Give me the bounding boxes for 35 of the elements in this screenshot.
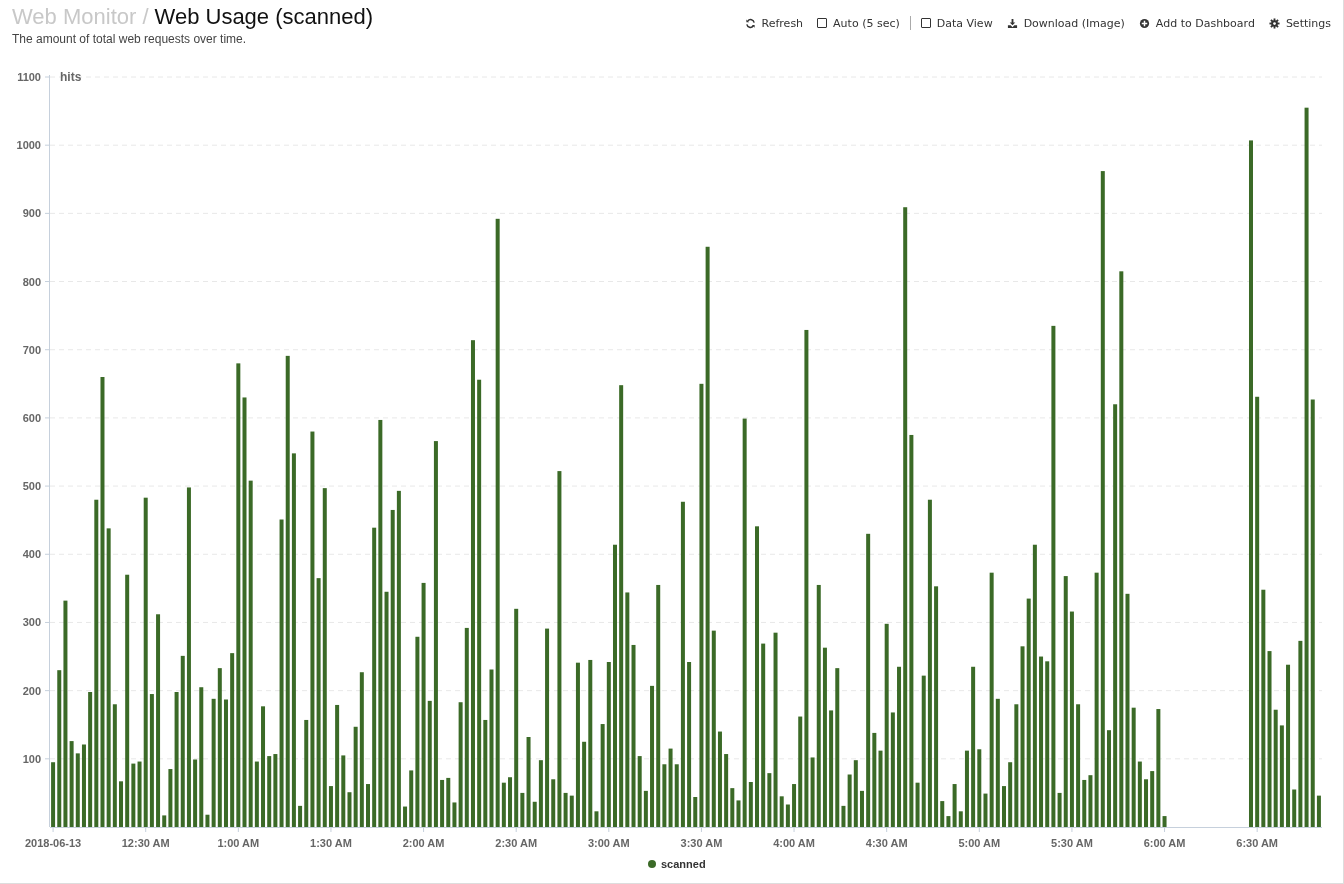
y-axis-label: 400 (22, 548, 41, 561)
x-axis-label: 5:30 AM (1051, 837, 1093, 849)
x-axis-label: 2:30 AM (495, 837, 538, 849)
x-axis-label: 2018-06-13 (24, 837, 82, 849)
y-axis-label: 600 (22, 411, 41, 424)
refresh-button[interactable]: Refresh (744, 16, 804, 30)
x-axis-label: 4:00 AM (773, 837, 815, 849)
page-subtitle: The amount of total web requests over time. (12, 32, 248, 46)
download-button[interactable]: Download (Image) (1006, 16, 1125, 30)
x-axis-label: 5:00 AM (958, 837, 1001, 849)
x-axis-label: 2:00 AM (402, 837, 445, 849)
x-axis-label: 3:00 AM (587, 837, 630, 849)
y-axis-label: 500 (22, 480, 41, 493)
legend-label[interactable]: scanned (661, 858, 706, 870)
x-axis-label: 6:00 AM (1143, 837, 1186, 849)
x-axis-label: 4:30 AM (865, 837, 908, 849)
y-axis-label: 700 (22, 343, 41, 356)
x-axis-label: 1:30 AM (310, 837, 352, 849)
x-axis-label: 12:30 AM (121, 837, 170, 849)
page-title: Web Usage (scanned) (154, 4, 374, 30)
add-button[interactable]: Add to Dashboard (1138, 16, 1255, 30)
checkbox-option[interactable]: Data View (920, 16, 993, 30)
checkbox-option[interactable]: Auto (5 sec) (817, 16, 900, 30)
y-axis-label: 300 (22, 616, 41, 629)
y-axis-label: 1000 (16, 139, 41, 152)
y-axis-label: 1100 (17, 71, 41, 83)
y-axis-label: 100 (22, 752, 41, 765)
y-axis-label: 900 (22, 207, 41, 220)
y-axis-label: 200 (22, 684, 41, 697)
y-axis-label: 800 (22, 275, 41, 288)
x-axis-label: 6:30 AM (1236, 837, 1279, 849)
y-axis-title: hits (60, 70, 82, 84)
x-axis-label: 3:30 AM (680, 837, 723, 849)
x-axis-label: 1:00 AM (217, 837, 260, 849)
settings-button[interactable]: Settings (1268, 16, 1331, 30)
